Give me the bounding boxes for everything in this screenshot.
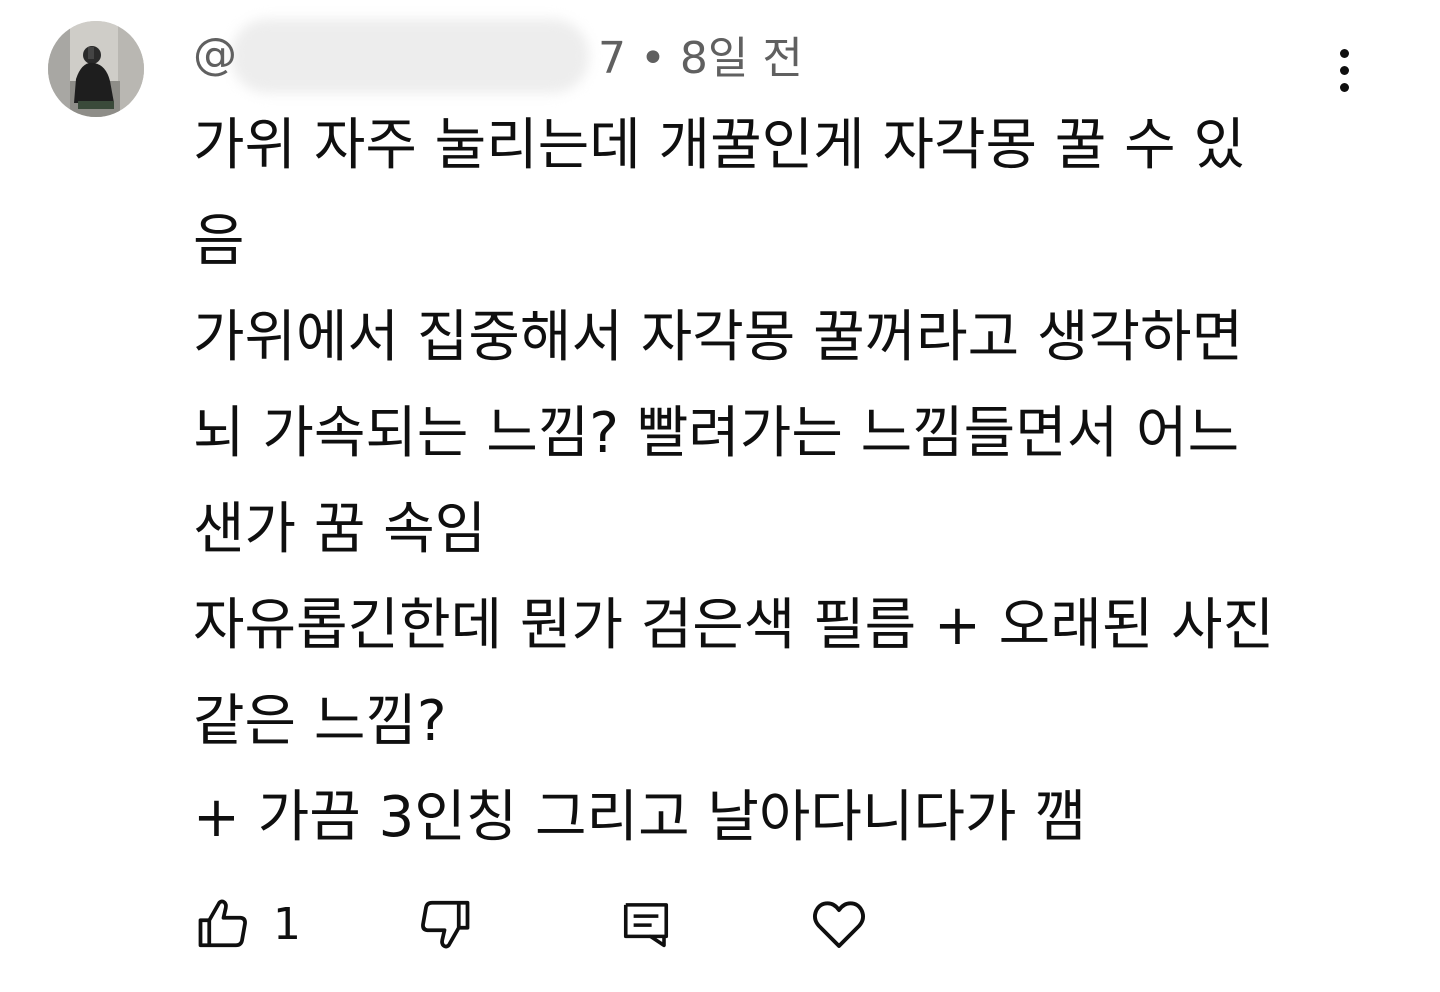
heart-button[interactable] [808,886,870,962]
comment-line: 가위 자주 눌리는데 개꿀인게 자각몽 꿀 수 있 [193,113,1245,178]
comment-text: 가위 자주 눌리는데 개꿀인게 자각몽 꿀 수 있 음 가위에서 집중해서 자각… [193,98,1393,866]
reply-button[interactable] [619,886,673,962]
more-vertical-icon [1339,65,1349,75]
avatar-photo [48,21,144,117]
author-handle[interactable]: @ [193,18,589,93]
dislike-button[interactable] [415,886,475,962]
like-button[interactable]: 1 [193,886,301,962]
comment-line: 자유롭긴한데 뭔가 검은색 필름 + 오래된 사진 [193,593,1275,658]
redaction-blur [231,18,589,93]
comment-line: 음 [193,209,245,274]
thumbs-down-icon [421,900,470,949]
comment-line: 가위에서 집중해서 자각몽 꿀꺼라고 생각하면 [193,305,1244,370]
more-options-button[interactable] [1318,42,1370,98]
comment-meta: @ 7 • 8일 전 [193,18,803,93]
comment-timestamp: 7 • 8일 전 [598,33,803,84]
avatar[interactable] [48,21,144,117]
author-handle-text: @ [193,28,237,80]
thumbs-up-icon [198,899,247,948]
heart-icon [813,901,865,948]
comment-line: + 가끔 3인칭 그리고 날아다니다가 깸 [193,785,1086,850]
more-vertical-icon [1339,48,1349,58]
more-vertical-icon [1339,82,1349,92]
like-count: 1 [273,898,301,950]
reply-icon [623,903,669,948]
comment-line: 같은 느낌? [193,689,447,754]
comment-line: 뇌 가속되는 느낌? 빨려가는 느낌들면서 어느 [193,401,1240,466]
comment-line: 샌가 꿈 속임 [193,497,487,562]
comment-actions: 1 [193,886,913,962]
